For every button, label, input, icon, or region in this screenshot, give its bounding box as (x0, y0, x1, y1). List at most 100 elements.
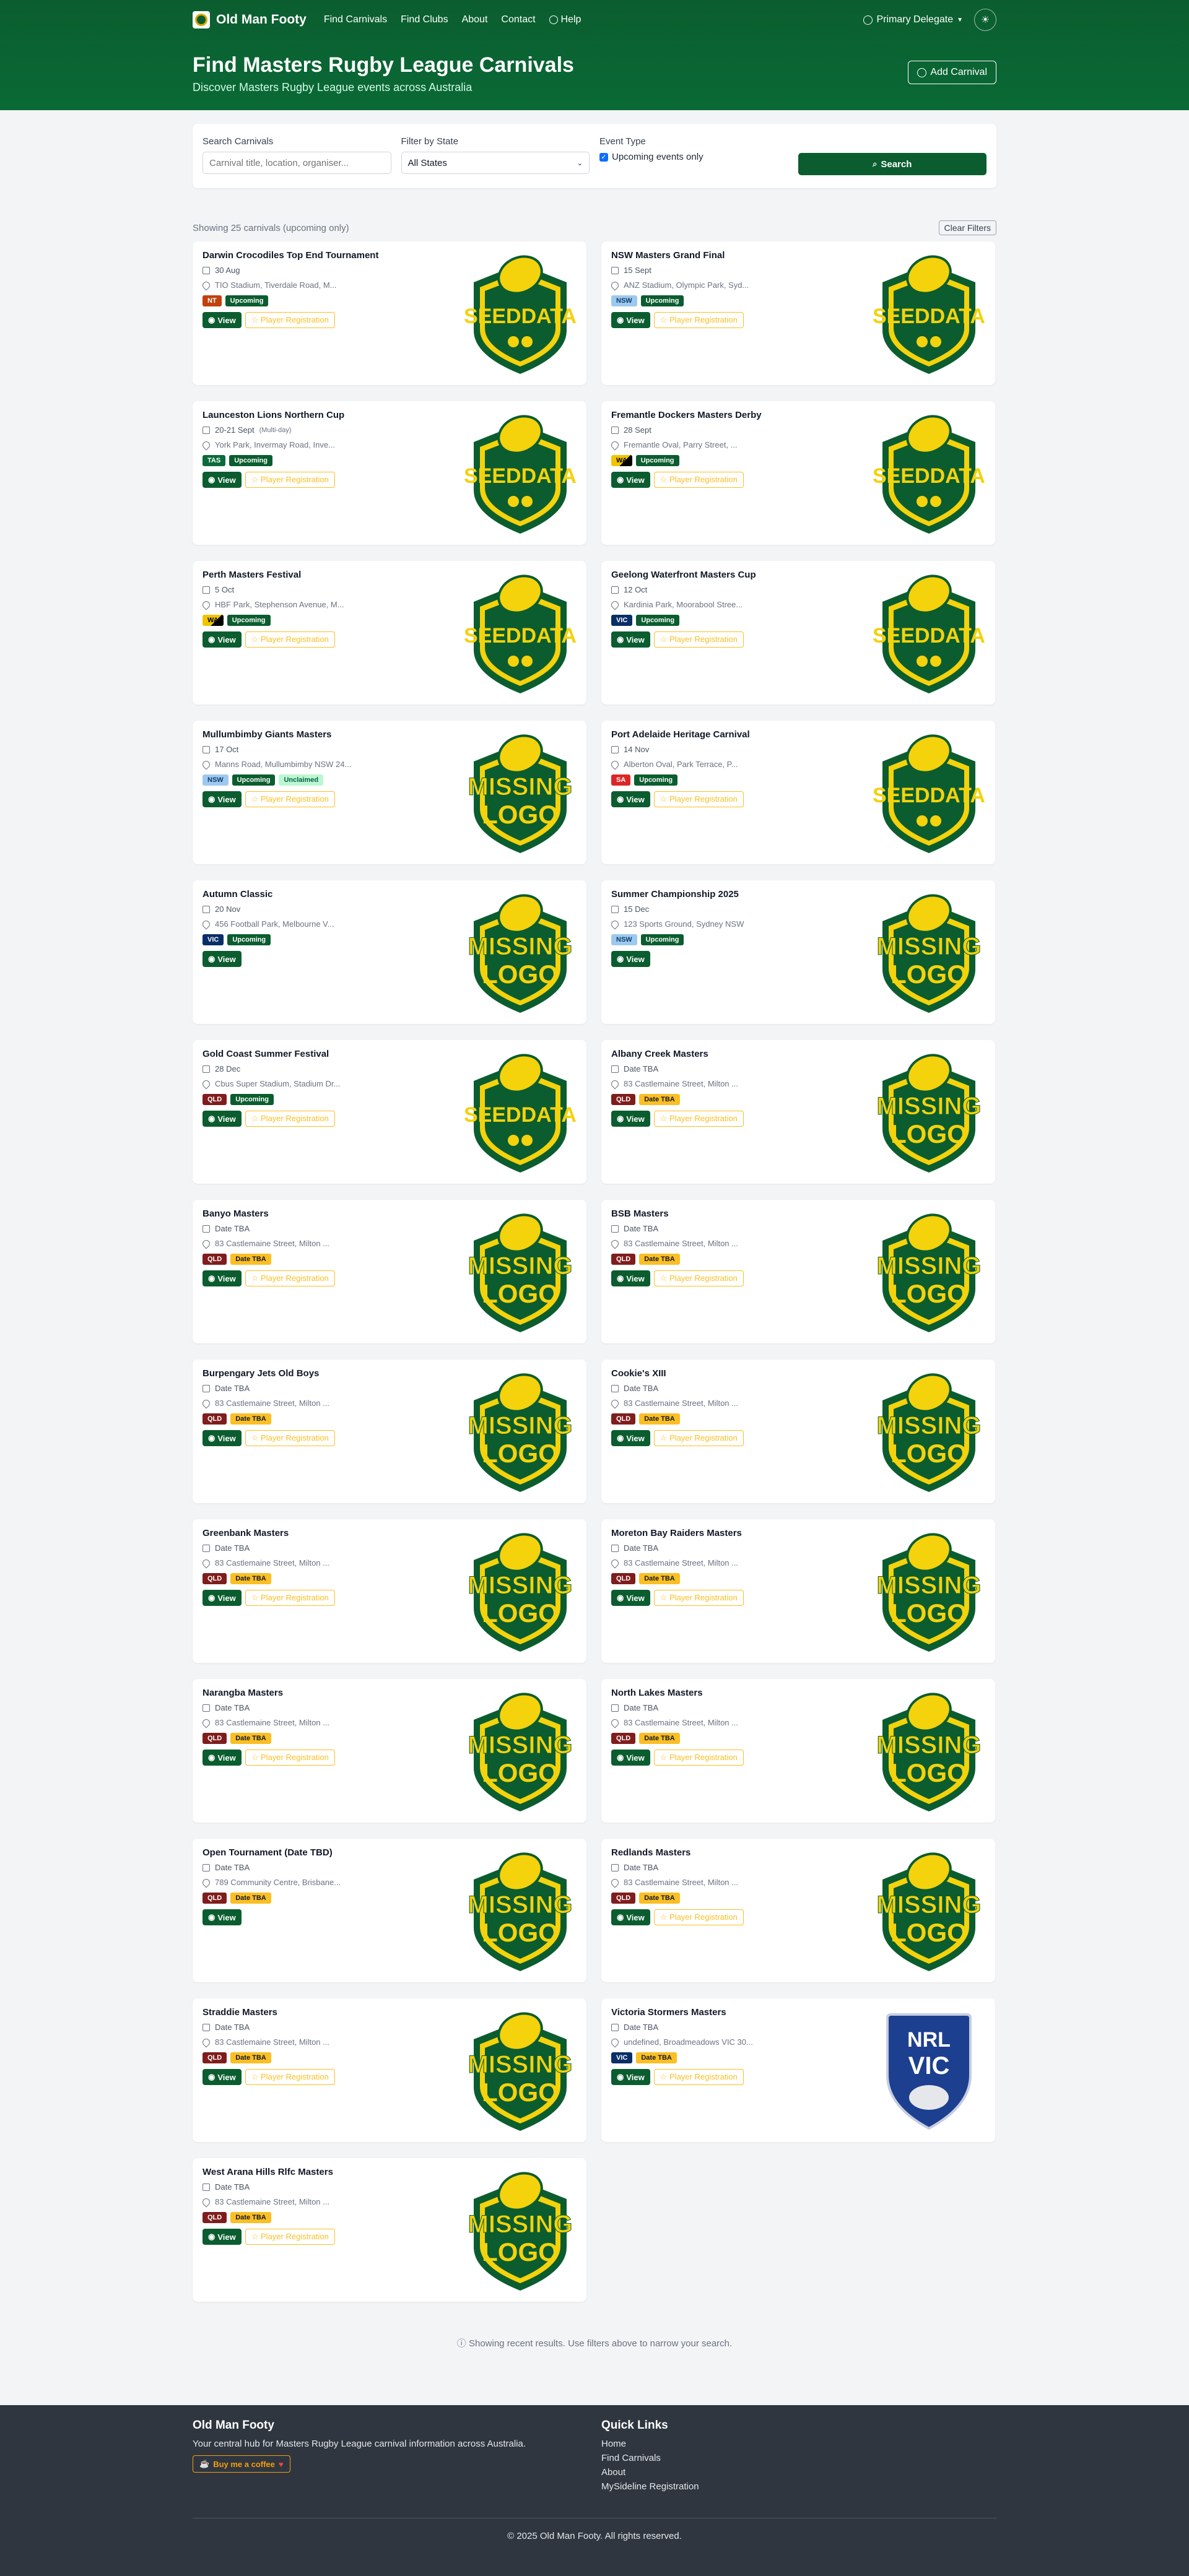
user-plus-icon: ☆ (660, 1114, 670, 1123)
player-registration-button[interactable]: ☆ Player Registration (245, 1270, 335, 1286)
carnival-date-text: Date TBA (215, 1863, 250, 1872)
player-registration-button[interactable]: ☆ Player Registration (653, 2069, 744, 2085)
calendar-icon (611, 1544, 619, 1552)
footer-link-home[interactable]: Home (601, 2439, 699, 2449)
player-registration-button[interactable]: ☆ Player Registration (245, 2229, 335, 2245)
state-badge: NSW (611, 295, 637, 306)
missing-logo: MISSING LOGO (468, 2012, 573, 2131)
view-button[interactable]: ◉ View (203, 1750, 242, 1766)
footer-link-mysideline[interactable]: MySideline Registration (601, 2481, 699, 2492)
logo-text-bottom: LOGO (482, 2078, 559, 2107)
view-button[interactable]: ◉ View (203, 472, 242, 488)
carnival-logo: SEEDDATA (873, 570, 985, 696)
carnival-card: North Lakes Masters Date TBA 83 Castlemain… (601, 1679, 995, 1823)
missing-logo: MISSING LOGO (468, 734, 573, 853)
state-badge: QLD (203, 2212, 227, 2223)
player-registration-label: Player Registration (669, 1912, 738, 1922)
carnival-location-text: TIO Stadium, Tiverdale Road, M... (215, 280, 337, 290)
view-button[interactable]: ◉ View (203, 312, 242, 328)
state-badge: QLD (203, 1094, 227, 1105)
view-button[interactable]: ◉ View (611, 472, 650, 488)
player-registration-button[interactable]: ☆ Player Registration (653, 631, 744, 648)
status-badge: Upcoming (229, 455, 272, 466)
nav-help[interactable]: Help (549, 14, 581, 25)
carnival-location-text: undefined, Broadmeadows VIC 30... (624, 2037, 753, 2047)
carnival-date-text: 28 Dec (215, 1064, 241, 1073)
nav-find-carnivals[interactable]: Find Carnivals (324, 14, 387, 25)
view-button[interactable]: ◉ View (203, 1270, 242, 1286)
carnival-logo: MISSING LOGO (464, 2167, 577, 2293)
player-registration-button[interactable]: ☆ Player Registration (653, 791, 744, 807)
view-button[interactable]: ◉ View (203, 631, 242, 648)
view-button[interactable]: ◉ View (203, 1111, 242, 1127)
logo-text-top: MISSING (877, 1412, 982, 1439)
view-button[interactable]: ◉ View (203, 1590, 242, 1606)
add-carnival-button[interactable]: Add Carnival (908, 61, 996, 84)
view-button[interactable]: ◉ View (611, 1909, 650, 1925)
carnival-location-text: 83 Castlemaine Street, Milton ... (215, 1239, 329, 1248)
state-badge: VIC (203, 934, 224, 945)
carnival-location-text: 83 Castlemaine Street, Milton ... (215, 1718, 329, 1727)
user-plus-icon: ☆ (251, 2232, 261, 2241)
player-registration-button[interactable]: ☆ Player Registration (653, 1590, 744, 1606)
nav-contact[interactable]: Contact (501, 14, 535, 25)
upcoming-checkbox[interactable]: ✓ Upcoming events only (599, 152, 788, 162)
player-registration-button[interactable]: ☆ Player Registration (245, 1750, 335, 1766)
buy-coffee-button[interactable]: ☕ Buy me a coffee ♥ (193, 2455, 290, 2473)
user-menu[interactable]: Primary Delegate ▼ (863, 14, 963, 25)
search-input[interactable] (203, 152, 391, 174)
view-button-label: View (217, 794, 236, 804)
view-button[interactable]: ◉ View (203, 2229, 242, 2245)
theme-toggle-button[interactable]: ☀ (974, 9, 996, 31)
view-button[interactable]: ◉ View (611, 1750, 650, 1766)
player-registration-button[interactable]: ☆ Player Registration (245, 472, 335, 488)
player-registration-button[interactable]: ☆ Player Registration (653, 1270, 744, 1286)
player-registration-button[interactable]: ☆ Player Registration (653, 472, 744, 488)
view-button[interactable]: ◉ View (611, 312, 650, 328)
view-button[interactable]: ◉ View (611, 951, 650, 967)
logo-text-bottom: LOGO (482, 1758, 559, 1787)
view-button[interactable]: ◉ View (203, 1430, 242, 1446)
view-button[interactable]: ◉ View (611, 1590, 650, 1606)
search-label: Search Carnivals (203, 136, 274, 147)
calendar-icon (203, 1225, 210, 1233)
player-registration-button[interactable]: ☆ Player Registration (245, 312, 335, 328)
view-button[interactable]: ◉ View (611, 1111, 650, 1127)
clear-filters-button[interactable]: Clear Filters (938, 220, 996, 235)
search-button[interactable]: ⌕ Search (798, 153, 986, 175)
user-plus-icon: ☆ (251, 1593, 261, 1602)
view-button[interactable]: ◉ View (611, 2069, 650, 2085)
player-registration-button[interactable]: ☆ Player Registration (245, 1430, 335, 1446)
view-button[interactable]: ◉ View (203, 951, 242, 967)
view-button[interactable]: ◉ View (203, 791, 242, 807)
event-type-label: Event Type (599, 136, 646, 147)
player-registration-button[interactable]: ☆ Player Registration (245, 1111, 335, 1127)
view-button[interactable]: ◉ View (611, 1270, 650, 1286)
player-registration-button[interactable]: ☆ Player Registration (245, 791, 335, 807)
carnival-date-text: 20-21 Sept (215, 425, 255, 435)
player-registration-button[interactable]: ☆ Player Registration (245, 1590, 335, 1606)
player-registration-button[interactable]: ☆ Player Registration (245, 631, 335, 648)
footer-link-about[interactable]: About (601, 2467, 699, 2478)
player-registration-button[interactable]: ☆ Player Registration (245, 2069, 335, 2085)
calendar-icon (203, 2183, 210, 2191)
nav-find-clubs[interactable]: Find Clubs (401, 14, 448, 25)
missing-logo: MISSING LOGO (468, 1693, 573, 1811)
player-registration-button[interactable]: ☆ Player Registration (653, 1909, 744, 1925)
view-button[interactable]: ◉ View (611, 631, 650, 648)
player-registration-button[interactable]: ☆ Player Registration (653, 1111, 744, 1127)
state-select[interactable]: All States ⌄ (401, 152, 590, 174)
view-button[interactable]: ◉ View (203, 2069, 242, 2085)
player-registration-button[interactable]: ☆ Player Registration (653, 312, 744, 328)
view-button[interactable]: ◉ View (611, 791, 650, 807)
carnival-card: NSW Masters Grand Final 15 Sept ANZ Stadiu… (601, 241, 995, 385)
player-registration-button[interactable]: ☆ Player Registration (653, 1430, 744, 1446)
view-button[interactable]: ◉ View (611, 1430, 650, 1446)
heart-icon: ♥ (278, 2459, 284, 2469)
footer-link-find-carnivals[interactable]: Find Carnivals (601, 2453, 699, 2463)
player-registration-button[interactable]: ☆ Player Registration (653, 1750, 744, 1766)
brand[interactable]: Old Man Footy (193, 11, 307, 28)
nav-about[interactable]: About (462, 14, 488, 25)
view-button-label: View (626, 475, 645, 485)
view-button[interactable]: ◉ View (203, 1909, 242, 1925)
